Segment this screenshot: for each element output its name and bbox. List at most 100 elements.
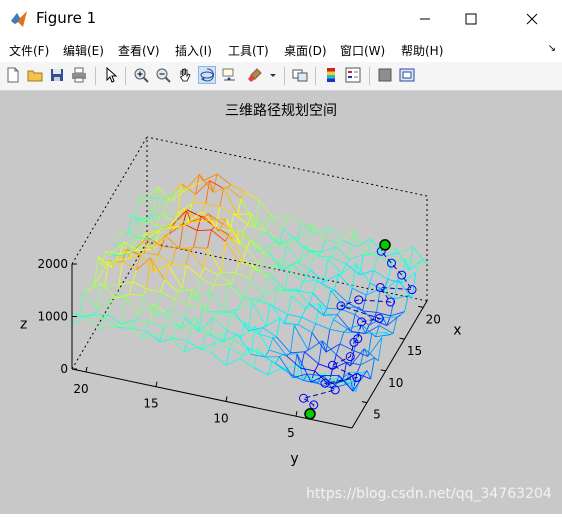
data-cursor-button[interactable] bbox=[220, 66, 238, 84]
pan-button[interactable] bbox=[176, 66, 194, 84]
mesh-line bbox=[240, 358, 254, 367]
mesh-line bbox=[325, 240, 339, 243]
show-plot-tools-button[interactable] bbox=[398, 66, 416, 84]
mesh-line bbox=[133, 282, 147, 289]
z-tick-label: 0 bbox=[60, 362, 68, 376]
mesh-line bbox=[234, 213, 248, 224]
minimize-button[interactable] bbox=[402, 0, 448, 38]
mesh-line bbox=[247, 240, 251, 248]
menu-help[interactable]: 帮助(H) bbox=[401, 42, 443, 59]
mesh-line bbox=[158, 255, 172, 264]
menu-overflow-icon[interactable]: ↘ bbox=[548, 43, 556, 54]
mesh-line bbox=[164, 313, 168, 327]
mesh-line bbox=[189, 305, 203, 307]
toolbar-separator bbox=[315, 67, 316, 85]
mesh-line bbox=[164, 213, 178, 214]
link-plot-button[interactable] bbox=[291, 66, 309, 84]
mesh-line bbox=[224, 284, 228, 312]
x-tick-label: 10 bbox=[388, 376, 403, 390]
mesh-line bbox=[213, 314, 217, 317]
mesh-line bbox=[102, 251, 106, 265]
mesh-line bbox=[235, 313, 249, 331]
mesh-line bbox=[305, 350, 309, 352]
mesh-line bbox=[171, 299, 175, 309]
close-button[interactable] bbox=[509, 0, 555, 38]
surface-plot[interactable]: 51015202015105010002000xyz bbox=[0, 91, 562, 514]
mesh-line bbox=[382, 332, 386, 337]
menu-insert[interactable]: 插入(I) bbox=[175, 42, 212, 59]
rotate-3d-button[interactable] bbox=[198, 66, 216, 84]
x-tick bbox=[400, 338, 405, 339]
brush-menu-button[interactable] bbox=[264, 66, 282, 84]
hide-plot-tools-icon bbox=[377, 67, 393, 83]
mesh-line bbox=[416, 264, 420, 272]
y-axis-label: y bbox=[290, 451, 298, 467]
mesh-line bbox=[160, 338, 174, 341]
mesh-line bbox=[184, 341, 188, 352]
figure-canvas[interactable]: 三维路径规划空间 51015202015105010002000xyz http… bbox=[0, 91, 562, 514]
mesh-line bbox=[223, 219, 227, 224]
figure-toolbar bbox=[0, 62, 562, 91]
mesh-line bbox=[361, 358, 375, 365]
mesh-line bbox=[246, 279, 250, 298]
maximize-button[interactable] bbox=[448, 0, 494, 38]
mesh-line bbox=[220, 207, 234, 214]
mesh-line bbox=[197, 230, 211, 231]
colorbar-button[interactable] bbox=[322, 66, 340, 84]
mesh-line bbox=[279, 354, 283, 356]
mesh-line bbox=[379, 326, 393, 334]
save-button[interactable] bbox=[48, 66, 66, 84]
legend-button[interactable] bbox=[344, 66, 362, 84]
mesh-line bbox=[225, 241, 239, 262]
menu-edit[interactable]: 编辑(E) bbox=[63, 42, 104, 59]
mesh-line bbox=[174, 338, 188, 341]
mesh-line bbox=[200, 277, 214, 286]
mesh-line bbox=[247, 248, 261, 266]
mesh-line bbox=[343, 241, 357, 247]
mesh-line bbox=[94, 309, 98, 315]
hide-plot-tools-button[interactable] bbox=[376, 66, 394, 84]
menu-window[interactable]: 窗口(W) bbox=[340, 42, 385, 59]
mesh-line bbox=[184, 347, 198, 352]
mesh-line bbox=[217, 314, 231, 315]
mesh-line bbox=[301, 368, 315, 371]
x-tick-label: 5 bbox=[373, 408, 381, 422]
mesh-line bbox=[291, 325, 295, 352]
zoom-out-button[interactable] bbox=[154, 66, 172, 84]
zoom-in-button[interactable] bbox=[132, 66, 150, 84]
mesh-line bbox=[210, 290, 224, 312]
menu-tools[interactable]: 工具(T) bbox=[228, 42, 269, 59]
mesh-line bbox=[292, 288, 296, 295]
mesh-line bbox=[182, 184, 196, 195]
mesh-line bbox=[80, 292, 84, 317]
mesh-line bbox=[167, 313, 181, 329]
matlab-logo-icon bbox=[10, 10, 28, 28]
menu-file[interactable]: 文件(F) bbox=[9, 42, 49, 59]
mesh-line bbox=[262, 354, 276, 363]
mesh-line bbox=[269, 338, 273, 350]
mesh-line bbox=[104, 317, 118, 328]
mesh-line bbox=[363, 295, 367, 311]
mesh-line bbox=[83, 292, 97, 310]
mesh-line bbox=[264, 287, 278, 295]
mesh-line bbox=[189, 181, 203, 188]
mesh-line bbox=[128, 214, 132, 233]
menu-view[interactable]: 查看(V) bbox=[118, 42, 160, 59]
edit-plot-button[interactable] bbox=[102, 66, 120, 84]
mesh-line bbox=[399, 247, 413, 253]
mesh-line bbox=[109, 261, 123, 262]
print-button[interactable] bbox=[70, 66, 88, 84]
y-tick bbox=[86, 367, 87, 372]
mesh-line bbox=[210, 286, 214, 291]
mesh-line bbox=[262, 230, 276, 239]
mesh-line bbox=[144, 253, 158, 255]
brush-button[interactable] bbox=[246, 66, 264, 84]
menu-desktop[interactable]: 桌面(D) bbox=[284, 42, 327, 59]
mesh-line bbox=[260, 295, 264, 300]
mesh-line bbox=[267, 275, 271, 277]
mesh-line bbox=[204, 268, 218, 274]
mesh-line bbox=[344, 329, 348, 332]
open-file-button[interactable] bbox=[26, 66, 44, 84]
new-figure-button[interactable] bbox=[4, 66, 22, 84]
mesh-line bbox=[355, 315, 369, 326]
